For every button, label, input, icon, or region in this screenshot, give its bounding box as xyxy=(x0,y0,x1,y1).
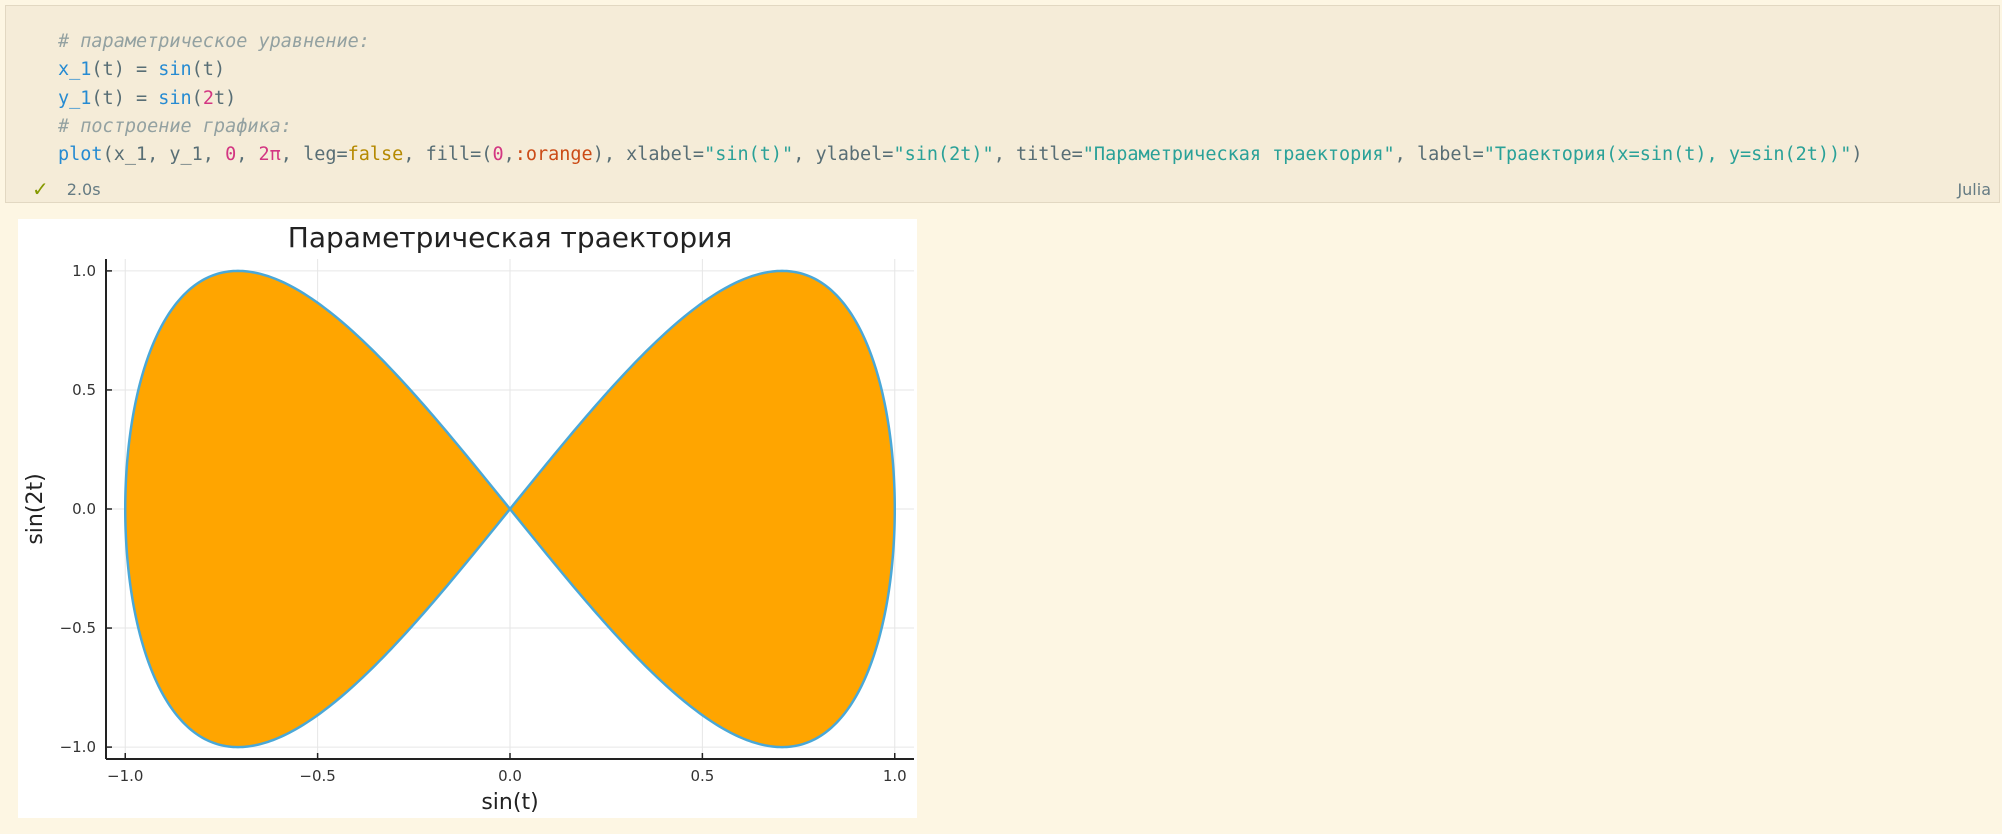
code-line: y_1(t) = sin(2t) xyxy=(58,85,1862,113)
code-token: false xyxy=(347,144,404,166)
x-tick-label: 0.0 xyxy=(498,767,522,785)
code-token: ( xyxy=(191,87,203,109)
code-token: x_1 xyxy=(58,59,92,81)
y-tick-label: 0.0 xyxy=(72,500,96,518)
parametric-chart: −1.0 −0.5 0.0 0.5 1.0 −1.0 −0.5 0.0 0.5 1.0 Параме… xyxy=(23,221,914,815)
code-token: , fill=( xyxy=(403,144,493,166)
code-line: # параметрическое уравнение: xyxy=(58,28,1862,56)
code-token: 0 xyxy=(492,144,504,166)
code-token: 2π xyxy=(258,144,281,166)
code-token: sin xyxy=(158,59,192,81)
code-token: "sin(t)" xyxy=(704,144,794,166)
code-token: (x_1, y_1, xyxy=(102,144,226,166)
code-token: , xyxy=(236,144,259,166)
code-editor[interactable]: # параметрическое уравнение: x_1(t) = sin… xyxy=(58,28,1862,169)
code-token: y_1 xyxy=(58,87,92,109)
code-token: "sin(2t)" xyxy=(893,144,994,166)
y-tick-label: 0.5 xyxy=(72,381,96,399)
code-token: , xyxy=(503,144,515,166)
y-tick-label: 1.0 xyxy=(72,262,96,280)
language-label[interactable]: Julia xyxy=(1957,180,1991,199)
code-line: # построение графика: xyxy=(58,113,1862,141)
execution-time: 2.0s xyxy=(66,179,101,199)
code-token: , ylabel= xyxy=(793,144,894,166)
code-token: plot xyxy=(58,144,103,166)
code-token: # построение графика: xyxy=(58,115,292,137)
code-cell[interactable]: # параметрическое уравнение: x_1(t) = sin… xyxy=(5,5,2000,203)
x-tick-label: −0.5 xyxy=(299,767,335,785)
code-token: sin xyxy=(158,87,192,109)
code-token: , title= xyxy=(993,144,1083,166)
y-tick-label: −0.5 xyxy=(60,619,96,637)
plot-output: −1.0 −0.5 0.0 0.5 1.0 −1.0 −0.5 0.0 0.5 1.0 Параме… xyxy=(18,219,917,818)
x-axis-label: sin(t) xyxy=(481,790,538,815)
code-line: x_1(t) = sin(t) xyxy=(58,56,1862,84)
code-token: 2 xyxy=(202,87,214,109)
code-token: , label= xyxy=(1394,144,1484,166)
code-token: 0 xyxy=(225,144,237,166)
code-token: :orange xyxy=(514,144,593,166)
code-token: # параметрическое уравнение: xyxy=(58,31,370,52)
code-token: (t) xyxy=(191,59,226,81)
code-token: (t) = xyxy=(91,87,159,109)
x-tick-label: 1.0 xyxy=(883,767,907,785)
code-token: t) xyxy=(213,87,237,109)
check-icon: ✓ xyxy=(32,177,49,201)
code-token: ), xlabel= xyxy=(592,144,705,166)
code-token: ) xyxy=(1851,144,1863,166)
x-tick-label: −1.0 xyxy=(107,767,143,785)
execution-status: ✓ 2.0s xyxy=(32,177,101,201)
code-token: , leg= xyxy=(280,144,348,166)
chart-title: Параметрическая траектория xyxy=(288,221,732,254)
code-token: "Параметрическая траектория" xyxy=(1082,144,1395,166)
y-tick-label: −1.0 xyxy=(60,738,96,756)
x-tick-label: 0.5 xyxy=(690,767,714,785)
y-axis-label: sin(2t) xyxy=(23,473,48,544)
code-token: "Траектория(x=sin(t), y=sin(2t))" xyxy=(1483,144,1852,166)
code-token: (t) = xyxy=(91,59,159,81)
code-line: plot(x_1, y_1, 0, 2π, leg=false, fill=(0… xyxy=(58,141,1862,169)
